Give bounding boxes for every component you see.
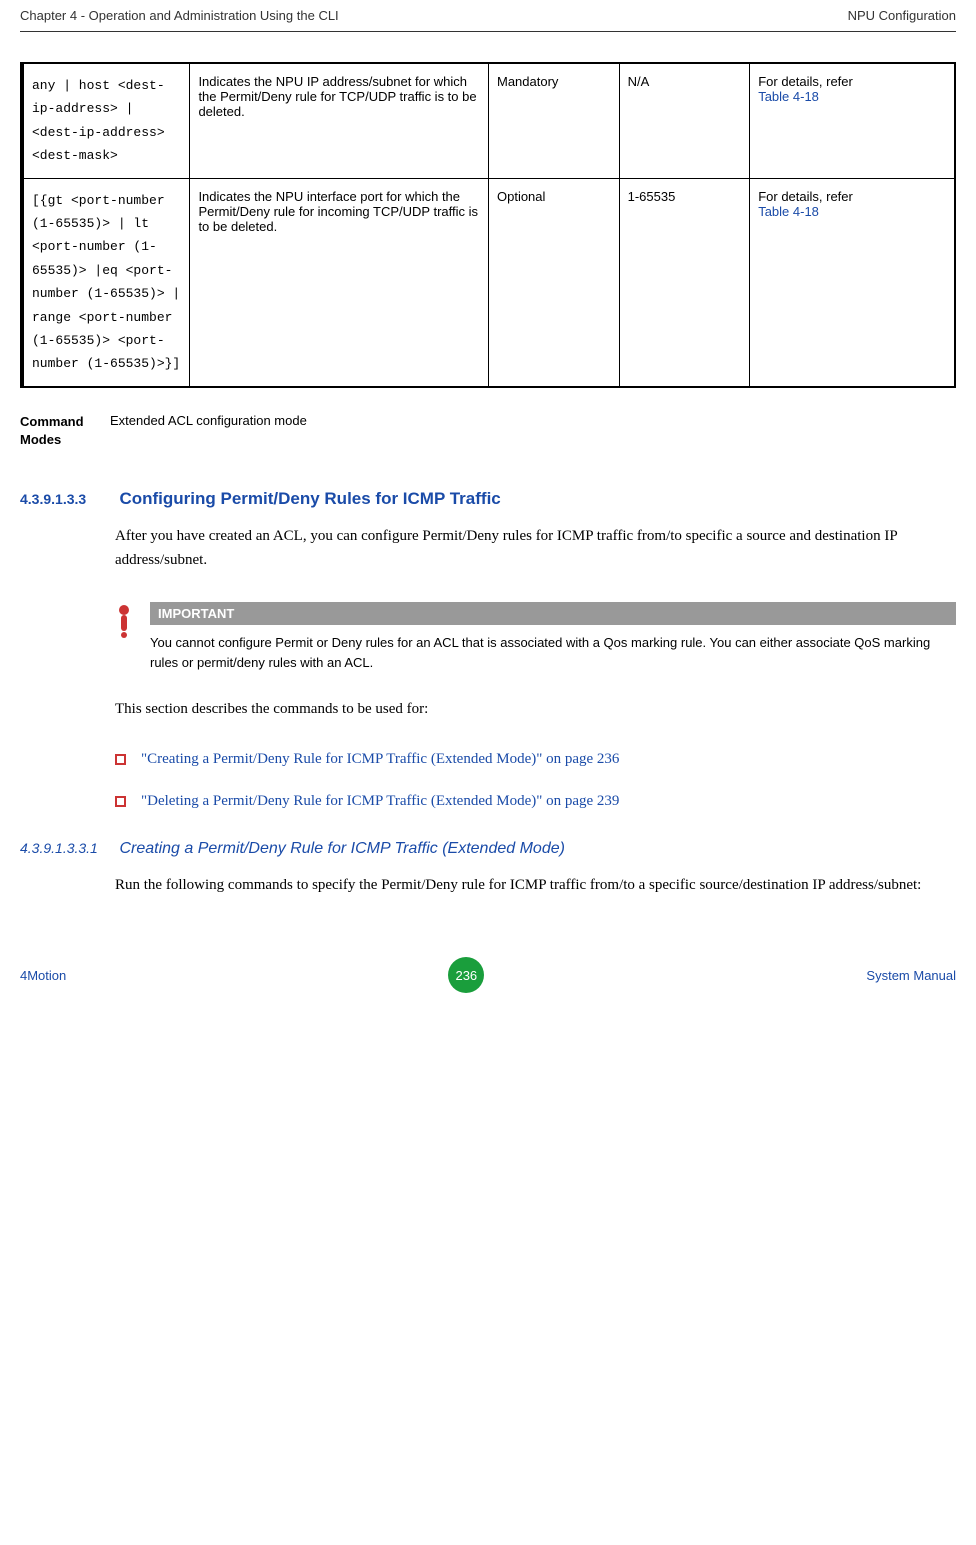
subsection-body: Run the following commands to specify th… — [115, 873, 956, 897]
bullet-link[interactable]: "Deleting a Permit/Deny Rule for ICMP Tr… — [141, 793, 619, 810]
presence-cell: Optional — [488, 178, 619, 387]
details-prefix: For details, refer — [758, 74, 853, 89]
section-number: 4.3.9.1.3.3 — [20, 491, 115, 507]
footer-right: System Manual — [866, 968, 956, 983]
parameter-table: any | host <dest-ip-address> | <dest-ip-… — [20, 62, 956, 388]
page-header: Chapter 4 - Operation and Administration… — [0, 0, 976, 31]
range-cell: 1-65535 — [619, 178, 750, 387]
header-right: NPU Configuration — [848, 8, 956, 23]
table-link[interactable]: Table 4-18 — [758, 204, 819, 219]
header-left: Chapter 4 - Operation and Administration… — [20, 8, 339, 23]
important-header: IMPORTANT — [150, 602, 956, 625]
details-cell: For details, refer Table 4-18 — [750, 178, 955, 387]
bullet-icon — [115, 796, 126, 807]
important-icon — [115, 604, 135, 644]
subsection-header: 4.3.9.1.3.3.1 Creating a Permit/Deny Rul… — [20, 840, 956, 858]
bullet-icon — [115, 754, 126, 765]
section-body: This section describes the commands to b… — [115, 697, 956, 721]
list-item: "Creating a Permit/Deny Rule for ICMP Tr… — [115, 751, 956, 768]
section-body: After you have created an ACL, you can c… — [115, 524, 956, 572]
presence-cell: Mandatory — [488, 63, 619, 178]
list-item: "Deleting a Permit/Deny Rule for ICMP Tr… — [115, 793, 956, 810]
command-modes-value: Extended ACL configuration mode — [110, 413, 307, 449]
details-cell: For details, refer Table 4-18 — [750, 63, 955, 178]
important-text: You cannot configure Permit or Deny rule… — [150, 633, 956, 672]
subsection-title: Creating a Permit/Deny Rule for ICMP Tra… — [119, 840, 565, 857]
section-title: Configuring Permit/Deny Rules for ICMP T… — [119, 489, 500, 508]
description-cell: Indicates the NPU IP address/subnet for … — [190, 63, 489, 178]
bullet-link[interactable]: "Creating a Permit/Deny Rule for ICMP Tr… — [141, 751, 619, 768]
command-modes-row: Command Modes Extended ACL configuration… — [20, 413, 956, 449]
table-row: [{gt <port-number (1-65535)> | lt <port-… — [22, 178, 955, 387]
page-number: 236 — [448, 957, 484, 993]
subsection-number: 4.3.9.1.3.3.1 — [20, 840, 115, 856]
command-modes-label: Command Modes — [20, 413, 110, 449]
range-cell: N/A — [619, 63, 750, 178]
table-row: any | host <dest-ip-address> | <dest-ip-… — [22, 63, 955, 178]
footer-left: 4Motion — [20, 968, 66, 983]
section-header: 4.3.9.1.3.3 Configuring Permit/Deny Rule… — [20, 489, 956, 509]
param-cell: any | host <dest-ip-address> | <dest-ip-… — [22, 63, 190, 178]
main-content: any | host <dest-ip-address> | <dest-ip-… — [0, 62, 976, 897]
param-cell: [{gt <port-number (1-65535)> | lt <port-… — [22, 178, 190, 387]
important-box: IMPORTANT You cannot configure Permit or… — [115, 602, 956, 672]
description-cell: Indicates the NPU interface port for whi… — [190, 178, 489, 387]
important-content: IMPORTANT You cannot configure Permit or… — [150, 602, 956, 672]
table-link[interactable]: Table 4-18 — [758, 89, 819, 104]
header-divider — [20, 31, 956, 32]
details-prefix: For details, refer — [758, 189, 853, 204]
bullet-list: "Creating a Permit/Deny Rule for ICMP Tr… — [115, 751, 956, 810]
page-footer: 4Motion 236 System Manual — [0, 927, 976, 1008]
